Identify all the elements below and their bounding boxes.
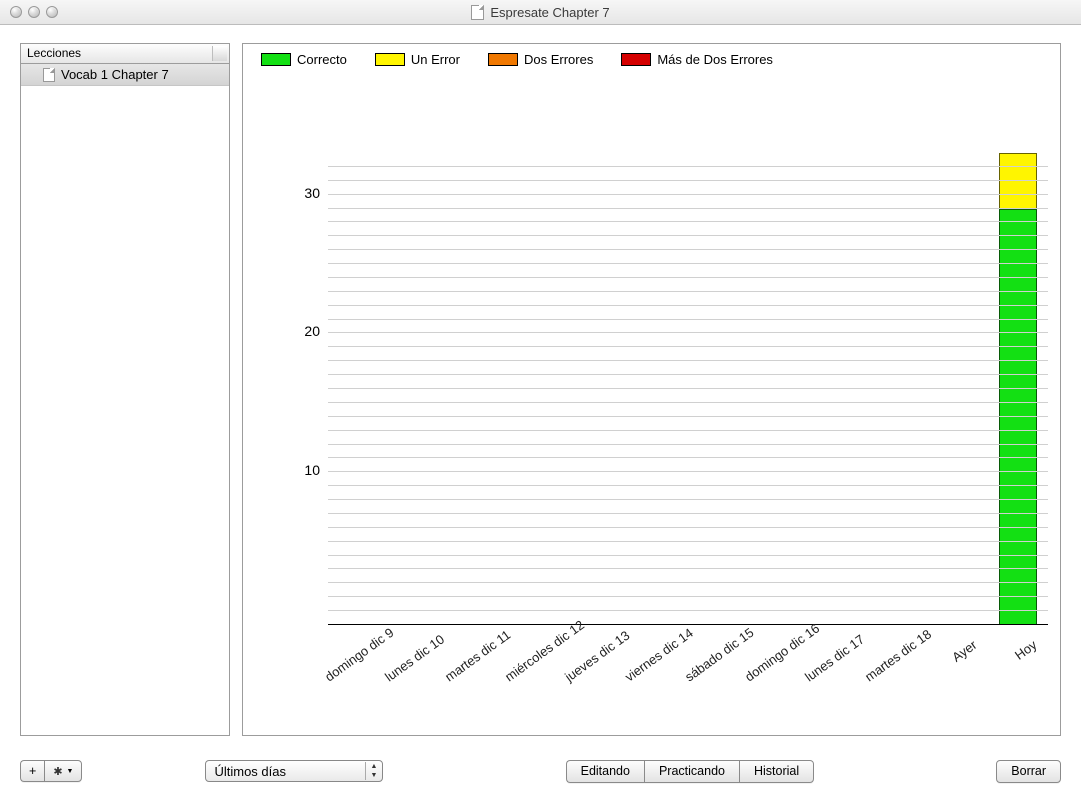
- sidebar-action-group: +: [20, 760, 82, 782]
- x-category-label: jueves dic 13: [562, 637, 619, 684]
- x-category-label: Ayer: [922, 637, 979, 684]
- mode-segmented-control: Editando Practicando Historial: [566, 760, 815, 783]
- legend-swatch: [621, 53, 651, 66]
- legend-item: Correcto: [261, 52, 347, 67]
- clear-button[interactable]: Borrar: [996, 760, 1061, 783]
- sidebar-item-label: Vocab 1 Chapter 7: [61, 67, 169, 82]
- chart-area: 102030domingo dic 9lunes dic 10martes di…: [243, 73, 1060, 735]
- x-category-label: lunes dic 17: [802, 637, 859, 684]
- x-category-label: sábado dic 15: [682, 637, 739, 684]
- legend-label: Un Error: [411, 52, 460, 67]
- legend-swatch: [375, 53, 405, 66]
- legend-item: Un Error: [375, 52, 460, 67]
- sidebar-list[interactable]: Vocab 1 Chapter 7: [20, 63, 230, 736]
- legend-swatch: [488, 53, 518, 66]
- tab-history[interactable]: Historial: [739, 760, 814, 783]
- chart-plot: 102030domingo dic 9lunes dic 10martes di…: [328, 153, 1048, 625]
- sidebar-item-lesson[interactable]: Vocab 1 Chapter 7: [21, 64, 229, 86]
- range-popup-value: Últimos días: [214, 764, 286, 779]
- tab-editing[interactable]: Editando: [566, 760, 644, 783]
- add-button[interactable]: +: [20, 760, 44, 782]
- titlebar: Espresate Chapter 7: [0, 0, 1081, 25]
- window-title-text: Espresate Chapter 7: [490, 5, 609, 20]
- window: Espresate Chapter 7 Lecciones Vocab 1 Ch…: [0, 0, 1081, 800]
- x-category-label: domingo dic 9: [322, 637, 379, 684]
- chart-legend: Correcto Un Error Dos Errores Más de Dos Er…: [243, 44, 1060, 73]
- window-body: Lecciones Vocab 1 Chapter 7 Correcto Un E…: [0, 25, 1081, 800]
- bottom-toolbar: + Últimos días ▲▼ Editando Practicando H…: [20, 756, 1061, 786]
- legend-label: Correcto: [297, 52, 347, 67]
- legend-label: Más de Dos Errores: [657, 52, 773, 67]
- bar-segment: [999, 153, 1037, 209]
- chart-panel: Correcto Un Error Dos Errores Más de Dos Er…: [242, 43, 1061, 736]
- x-category-label: miércoles dic 12: [502, 637, 559, 684]
- x-category-label: viernes dic 14: [622, 637, 679, 684]
- legend-swatch: [261, 53, 291, 66]
- window-title: Espresate Chapter 7: [0, 5, 1081, 20]
- x-category-label: Hoy: [982, 637, 1039, 684]
- x-category-label: martes dic 11: [442, 637, 499, 684]
- sidebar-header-label: Lecciones: [27, 46, 81, 60]
- document-icon: [471, 5, 484, 20]
- bar-segment: [999, 209, 1037, 625]
- action-menu-button[interactable]: [44, 760, 82, 782]
- stepper-icon: ▲▼: [365, 762, 381, 780]
- y-tick: 20: [304, 323, 320, 339]
- x-category-label: domingo dic 16: [742, 637, 799, 684]
- y-tick: 30: [304, 185, 320, 201]
- document-icon: [43, 68, 55, 82]
- x-category-label: martes dic 18: [862, 637, 919, 684]
- legend-item: Más de Dos Errores: [621, 52, 773, 67]
- sidebar: Lecciones Vocab 1 Chapter 7: [20, 43, 230, 736]
- legend-label: Dos Errores: [524, 52, 593, 67]
- sidebar-header[interactable]: Lecciones: [20, 43, 230, 63]
- legend-item: Dos Errores: [488, 52, 593, 67]
- x-category-label: lunes dic 10: [382, 637, 439, 684]
- tab-practicing[interactable]: Practicando: [644, 760, 739, 783]
- y-tick: 10: [304, 462, 320, 478]
- range-popup[interactable]: Últimos días ▲▼: [205, 760, 383, 782]
